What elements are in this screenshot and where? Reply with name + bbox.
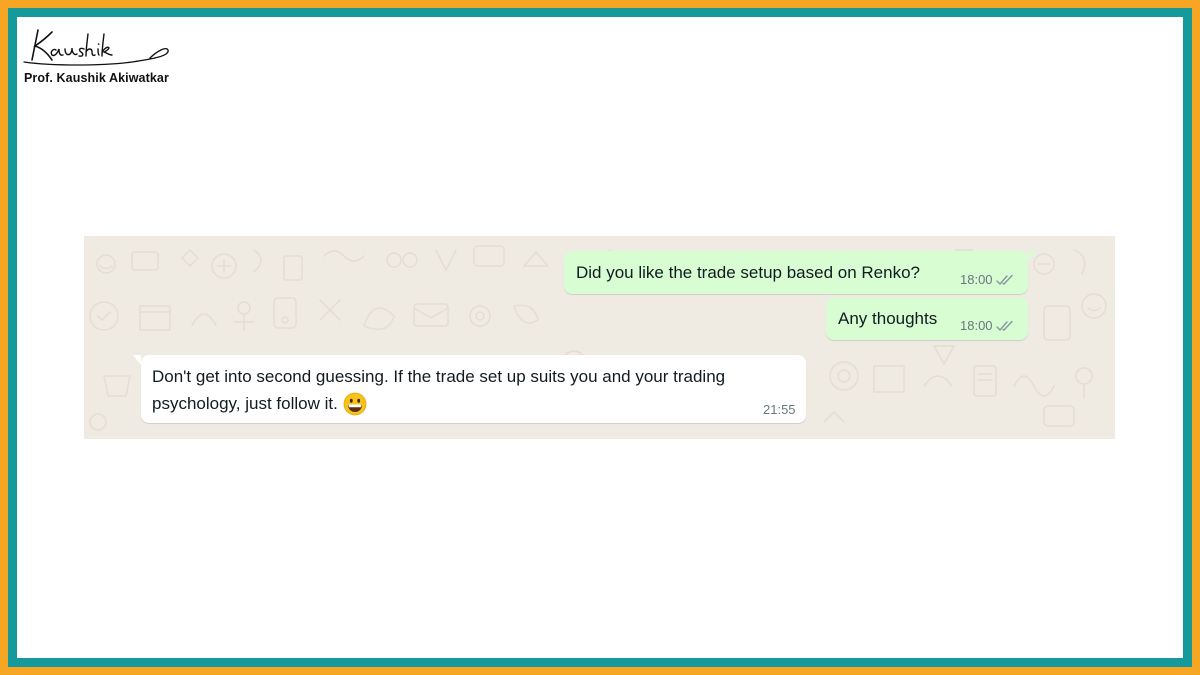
message-text: Any thoughts bbox=[838, 309, 938, 328]
signature-logo bbox=[23, 29, 169, 66]
bubble-tail bbox=[1028, 251, 1036, 261]
double-check-icon bbox=[995, 274, 1013, 285]
message-meta: 18:00 bbox=[960, 318, 1016, 333]
message-time: 18:00 bbox=[960, 318, 993, 333]
message-meta: 18:00 bbox=[960, 272, 1016, 287]
message-meta: 21:55 bbox=[763, 402, 796, 417]
chat-window: Did you like the trade setup based on Re… bbox=[84, 236, 1115, 439]
message-bubble-outgoing[interactable]: Did you like the trade setup based on Re… bbox=[564, 251, 1036, 294]
grinning-face-emoji bbox=[343, 392, 367, 416]
message-time: 18:00 bbox=[960, 272, 993, 287]
message-text: Did you like the trade setup based on Re… bbox=[576, 263, 921, 282]
message-text-line-1: Don't get into second guessing. If the t… bbox=[152, 367, 726, 386]
bubble-tail bbox=[133, 355, 141, 365]
message-text-line-2: psychology, just follow it. bbox=[152, 394, 338, 413]
brand-block: Prof. Kaushik Akiwatkar bbox=[22, 22, 202, 88]
message-text-line-2-wrapper: psychology, just follow it. bbox=[152, 392, 367, 416]
double-check-icon bbox=[995, 320, 1013, 331]
author-name: Prof. Kaushik Akiwatkar bbox=[24, 71, 169, 85]
message-time: 21:55 bbox=[763, 402, 796, 417]
message-bubble-incoming[interactable]: Don't get into second guessing. If the t… bbox=[133, 355, 806, 423]
message-bubble-outgoing[interactable]: Any thoughts 18:00 bbox=[826, 297, 1028, 340]
